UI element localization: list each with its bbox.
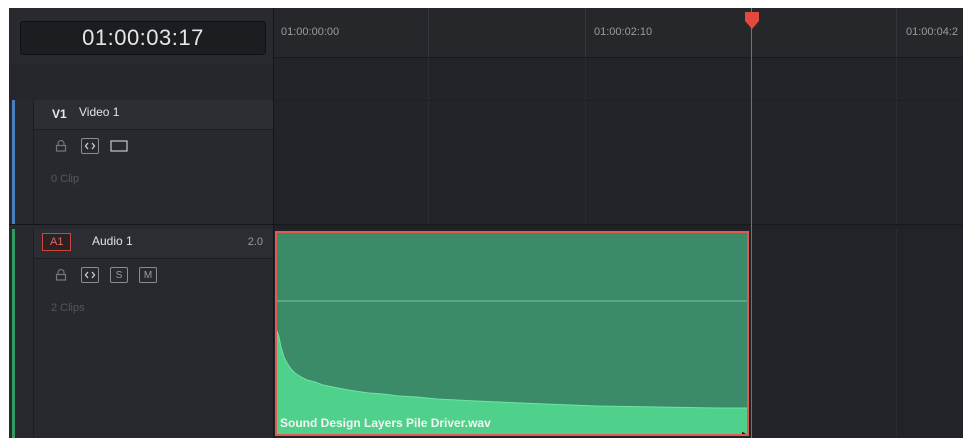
track-header-video[interactable]: V1 Video 1 0 Clip [9,100,273,225]
audio-clip[interactable]: Sound Design Layers Pile Driver.wav [275,231,749,436]
track-id-v1[interactable]: V1 [52,107,67,121]
ruler-label: 01:00:04:2 [906,26,958,38]
ruler-tick [585,8,586,57]
track-header-column: 01:00:03:17 V1 Video 1 0 Clip A1 Audio 1… [9,8,274,438]
grid-line [428,58,429,224]
timeline-ruler[interactable]: 01:00:00:00 01:00:02:10 01:00:04:2 [274,8,963,58]
track-title-row: V1 Video 1 [34,100,273,130]
grid-line [896,58,897,224]
video-track-lane[interactable] [274,58,963,225]
lock-icon[interactable] [52,138,70,154]
ruler-label: 01:00:00:00 [281,26,340,38]
channel-format: 2.0 [247,236,263,248]
clip-count: 0 Clip [51,173,80,185]
timecode-display[interactable]: 01:00:03:17 [20,21,266,55]
lane-divider [274,100,963,101]
track-color-stripe [12,229,15,438]
ruler-tick [896,8,897,57]
display-toggle-icon[interactable] [110,138,128,154]
track-color-stripe [12,100,15,224]
timeline-panel: 01:00:03:17 V1 Video 1 0 Clip A1 Audio 1… [9,8,963,438]
auto-select-icon[interactable] [81,267,99,283]
track-title-row: A1 Audio 1 2.0 [34,229,273,259]
clip-name: Sound Design Layers Pile Driver.wav [280,416,491,430]
track-id-a1[interactable]: A1 [42,233,72,251]
header-spacer [9,64,273,101]
track-divider [33,229,34,438]
track-controls [52,138,128,154]
track-header-audio[interactable]: A1 Audio 1 2.0 S M 2 Clips [9,229,273,438]
grid-line [585,58,586,224]
grid-line [896,229,897,438]
track-name-audio[interactable]: Audio 1 [92,234,133,248]
playhead-line [751,8,752,438]
playhead-icon[interactable] [744,12,760,30]
track-name-video[interactable]: Video 1 [79,105,119,119]
auto-select-icon[interactable] [81,138,99,154]
ruler-label: 01:00:02:10 [594,26,653,38]
mute-button[interactable]: M [139,267,157,283]
lock-icon[interactable] [52,267,70,283]
ruler-tick [428,8,429,57]
track-controls: S M [52,267,157,283]
clip-count: 2 Clips [51,302,85,314]
solo-button[interactable]: S [110,267,128,283]
waveform [277,300,747,434]
